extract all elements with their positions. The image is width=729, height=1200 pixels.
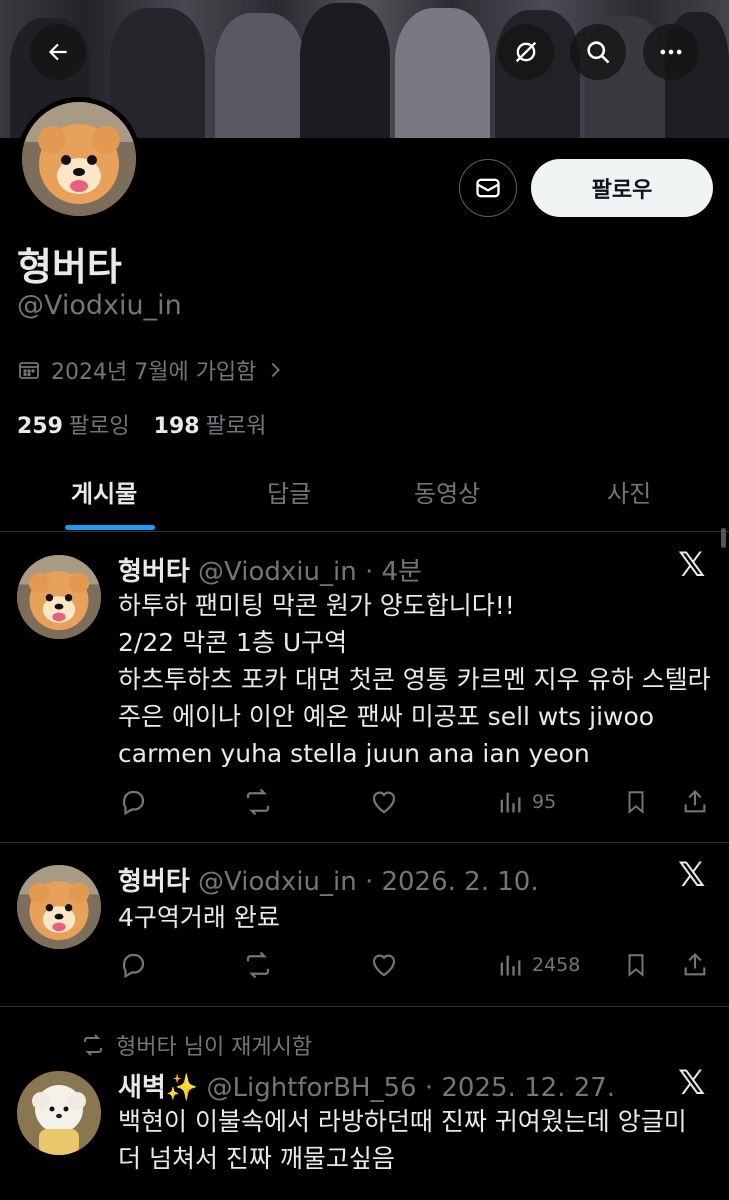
chevron-right-icon [272,362,281,378]
post-author[interactable]: 형버타 [118,557,190,587]
follow-stats: 259 팔로잉 198 팔로워 [17,408,266,440]
post-item[interactable]: 형버타 님이 재게시함 새벽✨ @LightforBH_56 · 2025. 1… [0,1007,729,1200]
post-time: · 2025. 12. 27. [424,1073,616,1103]
repost-button[interactable] [242,787,274,817]
share-button[interactable] [681,787,709,817]
reply-button[interactable] [118,950,148,980]
repost-indicator: 형버타 님이 재게시함 [80,1029,312,1061]
heart-icon [372,954,396,977]
post-avatar[interactable] [17,865,101,949]
joined-date[interactable]: 2024년 7월에 가입함 [17,354,284,386]
arrow-left-icon [48,43,67,61]
post-author[interactable]: 형버타 [118,867,190,897]
profile-handle: @Viodxiu_in [17,290,182,321]
calendar-icon [19,362,39,379]
share-icon [684,790,706,813]
post-time: · 4분 [364,557,422,587]
message-button[interactable] [459,159,517,217]
repost-icon [84,1034,102,1056]
views-icon [500,955,521,976]
more-icon [660,49,682,55]
heart-icon [372,791,396,814]
repost-note[interactable]: 형버타 님이 재게시함 [116,1029,312,1061]
like-button[interactable] [369,950,399,980]
post-handle[interactable]: @LightforBH_56 [206,1073,416,1103]
tab-photos[interactable]: 사진 [607,474,651,509]
reply-button[interactable] [118,787,148,817]
post-text: 백현이 이불속에서 라방하던때 진짜 귀여웠는데 앙글미 더 넘쳐서 진짜 깨물… [118,1107,687,1173]
post-text: 하투하 팬미팅 막콘 원가 양도합니다!! 2/22 막콘 1층 U구역 하츠투하츠… [118,591,711,768]
profile-avatar[interactable] [17,97,141,221]
bookmark-icon [628,791,644,814]
dog-avatar-image [22,102,136,216]
following-count: 259 [17,414,63,439]
active-tab-indicator [65,525,155,530]
repost-button[interactable] [242,950,274,980]
views-count: 2458 [532,954,581,976]
back-button[interactable] [30,24,86,80]
x-logo-icon: 𝕏 [678,1063,706,1103]
x-logo-icon: 𝕏 [678,855,706,895]
post-header: 형버타 @Viodxiu_in · 4분 [118,551,422,588]
share-button[interactable] [681,950,709,980]
post-actions: 2458 [118,950,713,984]
joined-text: 2024년 7월에 가입함 [51,360,257,385]
repost-icon [246,788,270,816]
post-handle[interactable]: @Viodxiu_in [198,867,357,897]
views-count: 95 [532,791,557,813]
like-button[interactable] [369,787,399,817]
post-author[interactable]: 새벽✨ [118,1073,198,1103]
post-avatar[interactable] [17,555,101,639]
tab-videos[interactable]: 동영상 [414,474,480,509]
post-handle[interactable]: @Viodxiu_in [198,557,357,587]
puppy-avatar-image [17,1071,101,1155]
bookmark-button[interactable] [623,950,649,980]
repost-icon [246,951,270,979]
post-avatar[interactable] [17,1071,101,1155]
dog-avatar-image [17,865,101,949]
reply-icon [122,790,145,816]
post-item[interactable]: 형버타 @Viodxiu_in · 4분 𝕏 하투하 팬미팅 막콘 원가 양도합… [0,533,729,843]
x-logo-icon: 𝕏 [678,545,706,585]
followers-label: 팔로워 [205,414,267,439]
profile-name: 형버타 [17,245,122,289]
post-item[interactable]: 형버타 @Viodxiu_in · 2026. 2. 10. 𝕏 4구역거래 완… [0,843,729,1007]
views-button[interactable]: 95 [496,787,556,817]
post-header: 형버타 @Viodxiu_in · 2026. 2. 10. [118,861,539,898]
hide-button[interactable] [498,24,554,80]
views-button[interactable]: 2458 [496,950,580,980]
share-icon [684,953,706,976]
post-actions: 95 [118,787,713,821]
post-time: · 2026. 2. 10. [364,867,539,897]
following-label: 팔로잉 [68,414,130,439]
reply-icon [122,953,145,979]
envelope-icon [476,178,500,198]
profile-tabs: 게시물 답글 동영상 사진 [0,462,729,532]
bookmark-button[interactable] [623,787,649,817]
follow-button[interactable]: 팔로우 [531,159,713,217]
eye-slash-icon [515,41,537,63]
search-button[interactable] [570,24,626,80]
views-icon [500,792,521,813]
followers-link[interactable]: 198 팔로워 [154,408,267,440]
tab-replies[interactable]: 답글 [267,474,311,509]
bookmark-icon [628,954,644,977]
more-button[interactable] [643,24,699,80]
search-icon [587,41,610,64]
followers-count: 198 [153,414,200,439]
dog-avatar-image [17,555,101,639]
post-text: 4구역거래 완료 [118,903,280,932]
tab-posts[interactable]: 게시물 [71,474,137,509]
post-header: 새벽✨ @LightforBH_56 · 2025. 12. 27. [118,1067,615,1104]
following-link[interactable]: 259 팔로잉 [17,408,130,440]
